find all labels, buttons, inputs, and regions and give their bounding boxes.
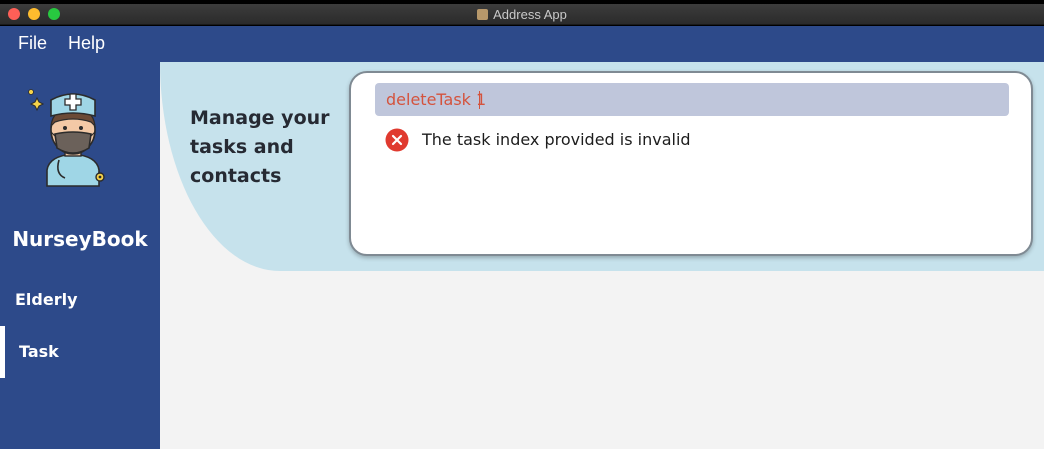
menu-file[interactable]: File [18,33,47,54]
title-bar: Address App [0,4,1044,25]
command-card: The task index provided is invalid [349,71,1033,256]
nurse-avatar-icon [28,89,105,187]
window-title: Address App [493,7,567,22]
tagline: Manage your tasks and contacts [190,107,330,187]
sidebar: NurseyBook Elderly Task [0,62,160,449]
text-caret [479,91,480,109]
result-message: The task index provided is invalid [422,130,691,149]
sidebar-item-elderly[interactable]: Elderly [0,274,160,326]
window-title-container: Address App [0,4,1044,25]
sidebar-item-label: Task [19,342,59,361]
app-brand-name: NurseyBook [12,227,148,251]
menu-bar: File Help [0,26,1044,62]
sidebar-item-label: Elderly [15,290,78,309]
error-icon [385,128,409,152]
main-panel: Manage your tasks and contacts The task … [160,62,1044,449]
menu-help[interactable]: Help [68,33,105,54]
active-indicator [0,326,5,378]
address-book-icon [477,9,489,20]
command-input[interactable] [375,83,1009,116]
sidebar-item-task[interactable]: Task [0,326,160,378]
hero-banner: Manage your tasks and contacts The task … [160,62,1044,271]
